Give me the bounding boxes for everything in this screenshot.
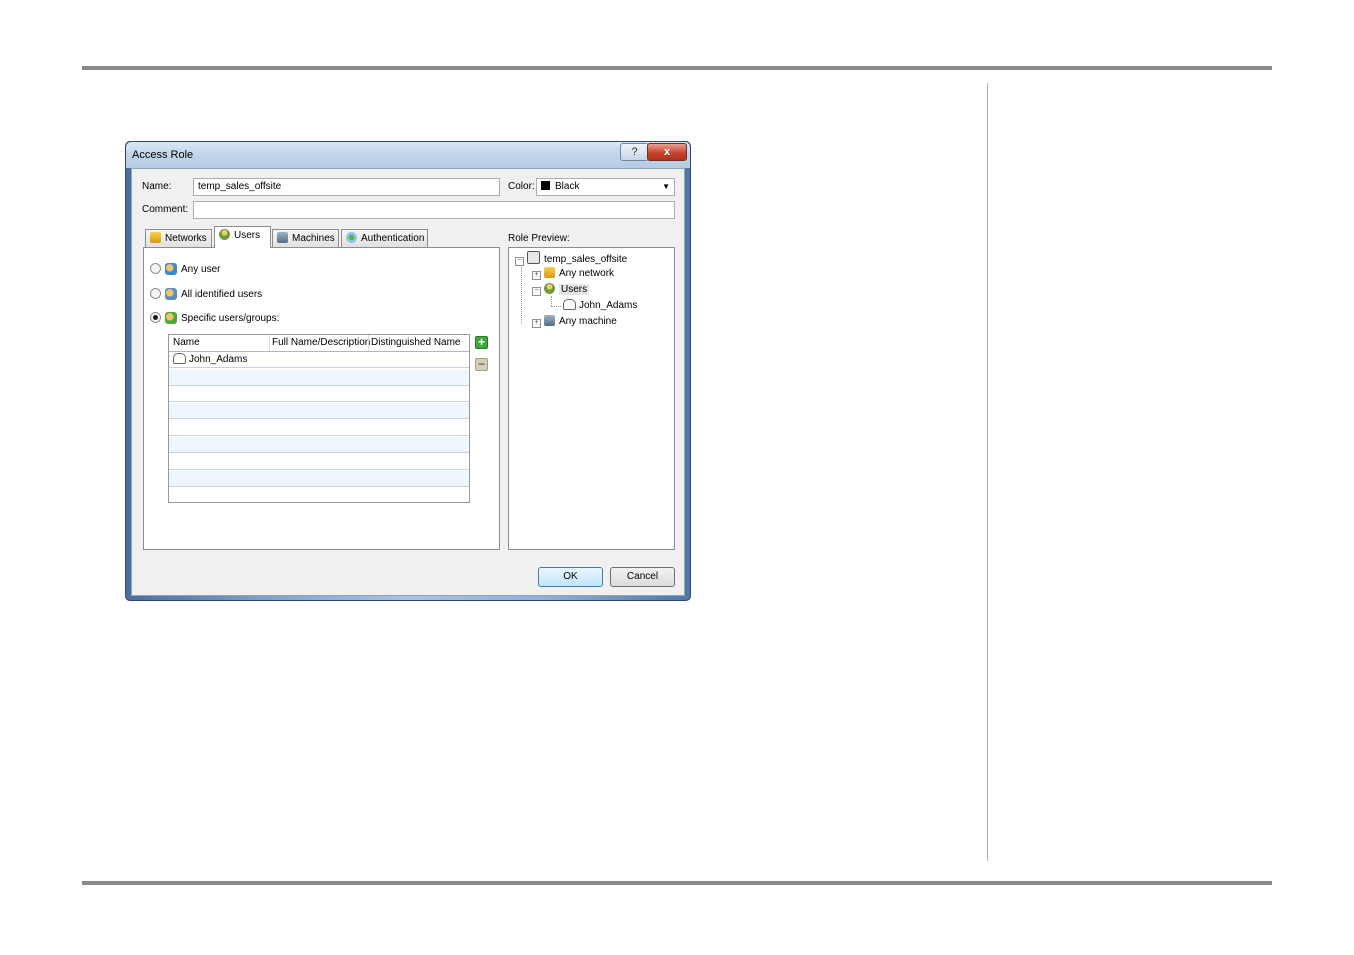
expand-icon[interactable]: + bbox=[532, 319, 541, 328]
radio-label: Any user bbox=[181, 264, 221, 275]
table-row-empty bbox=[169, 471, 469, 487]
row-name: John_Adams bbox=[189, 354, 248, 365]
title-bar: Access Role ? x bbox=[126, 142, 690, 168]
tab-networks[interactable]: Networks bbox=[145, 229, 212, 247]
table-header: Name Full Name/Description Distinguished… bbox=[169, 335, 469, 352]
dialog-title: Access Role bbox=[132, 149, 194, 161]
color-select[interactable]: Black ▼ bbox=[536, 178, 675, 196]
tree-node-label: Any network bbox=[559, 268, 615, 279]
radio-specific-users[interactable]: Specific users/groups: bbox=[150, 312, 279, 324]
radio-all-identified-users[interactable]: All identified users bbox=[150, 288, 262, 300]
tree-node-label: John_Adams bbox=[579, 300, 638, 311]
tree-node-any-network[interactable]: + Any network bbox=[532, 267, 614, 280]
column-header-dn[interactable]: Distinguished Name bbox=[371, 337, 461, 348]
network-icon bbox=[544, 267, 555, 278]
tab-machines[interactable]: Machines bbox=[272, 229, 339, 247]
tree-line bbox=[551, 296, 552, 306]
close-button[interactable]: x bbox=[647, 143, 687, 161]
tree-node-role[interactable]: − temp_sales_offsite bbox=[515, 251, 627, 266]
tree-line bbox=[521, 264, 522, 324]
dialog-body: Name: temp_sales_offsite Color: Black ▼ … bbox=[131, 168, 685, 596]
bottom-rule bbox=[82, 881, 1272, 885]
name-input[interactable]: temp_sales_offsite bbox=[193, 178, 500, 196]
machine-icon bbox=[277, 232, 288, 243]
radio-button[interactable] bbox=[150, 263, 161, 274]
tree-node-users[interactable]: − Users bbox=[532, 283, 590, 296]
role-icon bbox=[527, 251, 540, 264]
tree-node-john-adams[interactable]: John_Adams bbox=[563, 299, 637, 311]
comment-input[interactable] bbox=[193, 201, 675, 219]
table-row-empty bbox=[169, 420, 469, 436]
collapse-icon[interactable]: − bbox=[532, 287, 541, 296]
any-user-icon bbox=[165, 263, 177, 275]
dropdown-arrow-icon: ▼ bbox=[662, 182, 670, 191]
radio-label: All identified users bbox=[181, 289, 263, 300]
tab-label: Authentication bbox=[361, 233, 425, 244]
ok-button[interactable]: OK bbox=[538, 567, 603, 587]
column-divider bbox=[987, 83, 988, 861]
table-row-empty bbox=[169, 370, 469, 386]
color-swatch bbox=[541, 181, 550, 190]
radio-any-user[interactable]: Any user bbox=[150, 263, 220, 275]
table-row-empty bbox=[169, 386, 469, 402]
network-icon bbox=[150, 232, 161, 243]
help-button[interactable]: ? bbox=[620, 143, 649, 161]
column-separator[interactable] bbox=[269, 335, 270, 351]
tree-node-any-machine[interactable]: + Any machine bbox=[532, 315, 617, 328]
tab-authentication[interactable]: Authentication bbox=[341, 229, 428, 247]
column-header-full-name[interactable]: Full Name/Description bbox=[272, 337, 370, 348]
user-icon bbox=[563, 299, 576, 310]
radio-button[interactable] bbox=[150, 288, 161, 299]
role-preview-tree: − temp_sales_offsite + Any network − Users … bbox=[508, 247, 675, 550]
authentication-icon bbox=[346, 232, 357, 243]
tree-line bbox=[551, 306, 561, 307]
column-separator[interactable] bbox=[368, 335, 369, 351]
table-row-empty bbox=[169, 437, 469, 453]
tab-label: Users bbox=[234, 230, 261, 241]
user-icon bbox=[173, 353, 186, 364]
comment-label: Comment: bbox=[142, 204, 189, 215]
tab-users[interactable]: Users bbox=[214, 226, 271, 248]
tree-node-label: temp_sales_offsite bbox=[544, 254, 628, 265]
table-row-empty bbox=[169, 454, 469, 470]
machine-icon bbox=[544, 315, 555, 326]
collapse-icon[interactable]: − bbox=[515, 257, 524, 266]
tree-node-label: Users bbox=[559, 284, 590, 295]
color-value: Black bbox=[555, 181, 580, 192]
users-table: Name Full Name/Description Distinguished… bbox=[168, 334, 470, 503]
radio-label: Specific users/groups: bbox=[181, 313, 280, 324]
table-row[interactable]: John_Adams bbox=[169, 352, 469, 368]
tab-label: Machines bbox=[292, 233, 335, 244]
users-icon bbox=[544, 283, 555, 294]
name-label: Name: bbox=[142, 181, 172, 192]
remove-user-button[interactable]: − bbox=[475, 358, 488, 371]
cancel-button[interactable]: Cancel bbox=[610, 567, 675, 587]
users-tab-panel: Any user All identified users Specific u… bbox=[143, 247, 500, 550]
tree-node-label: Any machine bbox=[559, 316, 617, 327]
identified-users-icon bbox=[165, 288, 177, 300]
column-header-name[interactable]: Name bbox=[173, 337, 200, 348]
top-rule bbox=[82, 66, 1272, 70]
radio-button-selected[interactable] bbox=[150, 312, 161, 323]
role-preview-label: Role Preview: bbox=[508, 233, 570, 244]
table-row-empty bbox=[169, 403, 469, 419]
access-role-dialog: Access Role ? x Name: temp_sales_offsite… bbox=[125, 141, 691, 601]
add-user-button[interactable]: + bbox=[475, 336, 488, 349]
users-icon bbox=[219, 229, 230, 240]
expand-icon[interactable]: + bbox=[532, 271, 541, 280]
specific-users-icon bbox=[165, 312, 177, 324]
color-label: Color: bbox=[508, 181, 535, 192]
tab-label: Networks bbox=[165, 233, 207, 244]
